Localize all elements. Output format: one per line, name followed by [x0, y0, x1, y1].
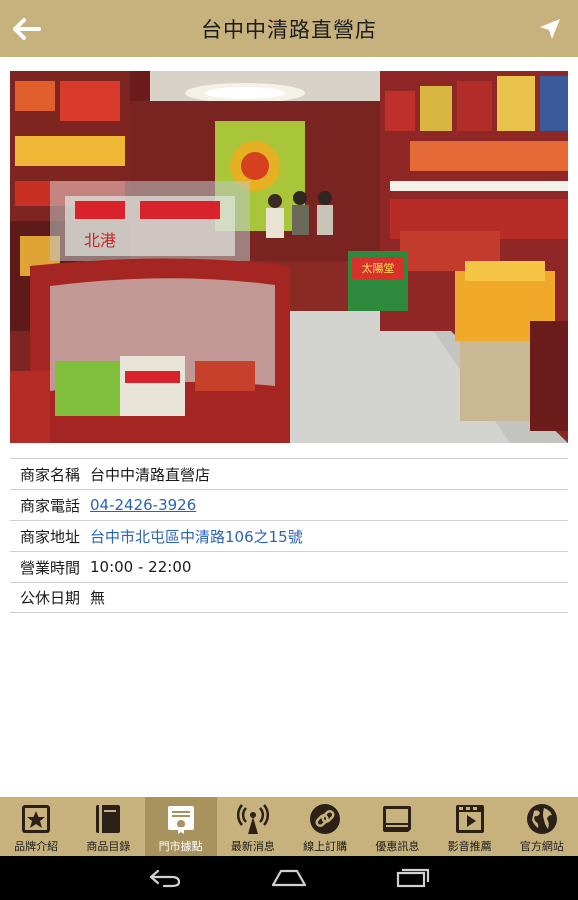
- navigation-arrow-icon: [540, 19, 560, 39]
- system-recents-button[interactable]: [388, 864, 438, 892]
- globe-icon: [524, 802, 560, 836]
- tab-label: 官方網站: [519, 840, 564, 853]
- info-label: 營業時間: [20, 558, 81, 577]
- tab-label: 優惠訊息: [375, 840, 420, 853]
- navigate-button[interactable]: [534, 13, 566, 45]
- info-row-phone: 商家電話 04-2426-3926: [10, 489, 568, 520]
- info-row-closed: 公休日期 無: [10, 582, 568, 613]
- tab-official-site[interactable]: 官方網站: [506, 797, 578, 856]
- tab-video[interactable]: 影音推薦: [434, 797, 506, 856]
- bottom-tab-bar: 品牌介紹 商品目錄 門市據點 最新消息 線上訂購 優惠訊息 影音推薦 官方網站: [0, 797, 578, 856]
- certificate-icon: [163, 802, 199, 836]
- page-title: 台中中清路直營店: [201, 18, 377, 42]
- business-hours-value: 10:00 - 22:00: [90, 558, 192, 576]
- system-back-button[interactable]: [140, 864, 190, 892]
- cart-sign-text: 太陽堂: [362, 262, 395, 275]
- closed-days-value: 無: [90, 589, 106, 607]
- tab-online-order[interactable]: 線上訂購: [289, 797, 361, 856]
- tab-label: 門市據點: [158, 840, 203, 853]
- broadcast-icon: [235, 802, 271, 836]
- link-icon: [307, 802, 343, 836]
- tab-latest-news[interactable]: 最新消息: [217, 797, 289, 856]
- coupon-icon: [379, 802, 415, 836]
- info-label: 公休日期: [20, 589, 81, 607]
- phone-link[interactable]: 04-2426-3926: [90, 496, 196, 514]
- info-row-address: 商家地址 台中市北屯區中清路106之15號: [10, 520, 568, 551]
- info-label: 商家名稱: [20, 465, 81, 484]
- tab-label: 最新消息: [230, 840, 275, 853]
- store-info-table: 商家名稱 台中中清路直營店 商家電話 04-2426-3926 商家地址 台中市…: [10, 458, 568, 613]
- address-link[interactable]: 台中市北屯區中清路106之15號: [90, 526, 303, 547]
- info-label: 商家電話: [20, 496, 81, 515]
- app-header: 台中中清路直營店: [0, 0, 578, 57]
- tab-label: 線上訂購: [303, 840, 348, 853]
- star-frame-icon: [18, 802, 54, 836]
- tab-brand-intro[interactable]: 品牌介紹: [0, 797, 72, 856]
- tab-product-catalog[interactable]: 商品目錄: [72, 797, 144, 856]
- book-icon: [90, 802, 126, 836]
- system-navigation-bar: [0, 856, 578, 900]
- system-recents-icon: [396, 868, 430, 888]
- tab-promotions[interactable]: 優惠訊息: [361, 797, 433, 856]
- system-home-icon: [271, 869, 307, 887]
- info-row-hours: 營業時間 10:00 - 22:00: [10, 551, 568, 582]
- system-home-button[interactable]: [264, 864, 314, 892]
- store-photo: 太陽堂 北港: [10, 71, 568, 443]
- system-back-icon: [149, 869, 181, 888]
- film-play-icon: [452, 802, 488, 836]
- tab-label: 商品目錄: [86, 840, 131, 853]
- case-sign-text: 北港: [84, 231, 116, 250]
- store-name-value: 台中中清路直營店: [90, 465, 211, 484]
- store-interior-illustration: 太陽堂 北港: [10, 71, 568, 443]
- tab-store-locations[interactable]: 門市據點: [144, 797, 217, 856]
- info-row-name: 商家名稱 台中中清路直營店: [10, 458, 568, 489]
- tab-label: 影音推薦: [447, 840, 492, 853]
- tab-label: 品牌介紹: [14, 840, 59, 853]
- info-label: 商家地址: [20, 527, 81, 546]
